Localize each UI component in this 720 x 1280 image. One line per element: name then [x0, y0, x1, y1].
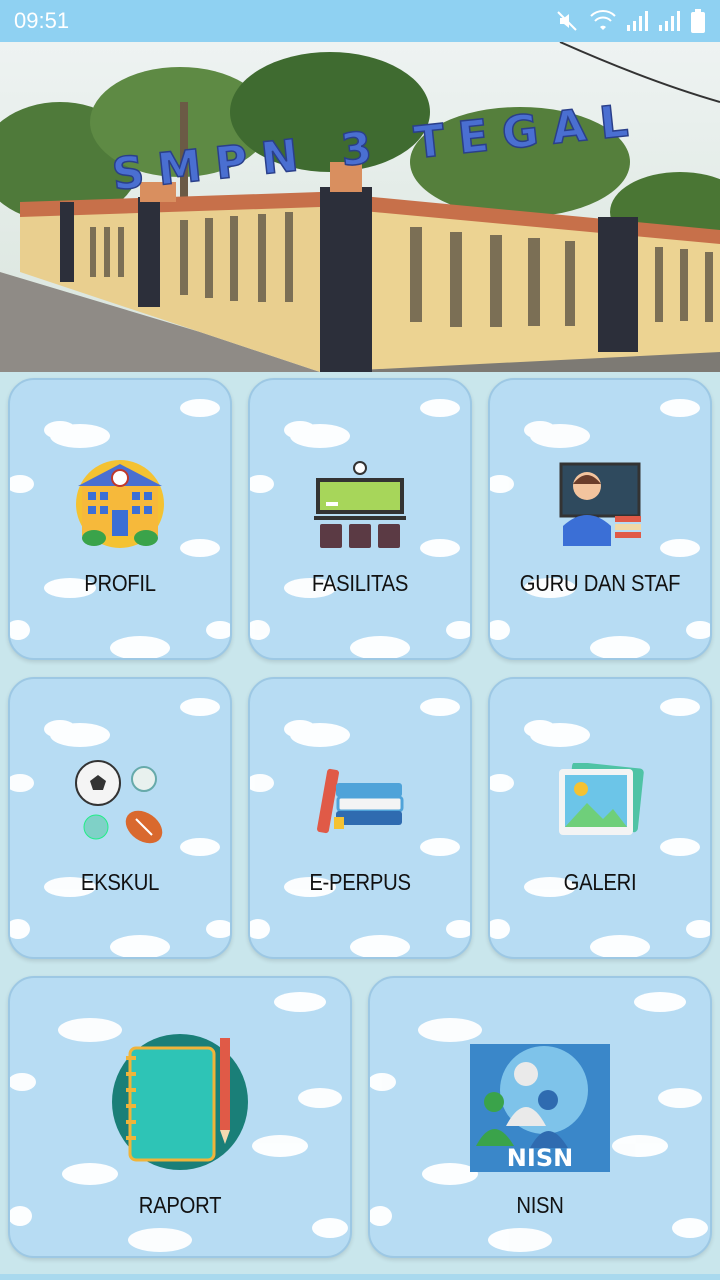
nisn-logo-text: NISN — [507, 1144, 573, 1172]
raport-tile[interactable]: RAPORT — [8, 976, 352, 1258]
nisn-label: NISN — [516, 1192, 564, 1218]
galeri-label: GALERI — [563, 869, 637, 895]
status-time: 09:51 — [14, 8, 70, 33]
wifi-icon — [590, 10, 616, 30]
sports-balls-icon — [75, 760, 163, 844]
guru-dan-staf-label: GURU DAN STAF — [519, 570, 681, 596]
galeri-tile[interactable]: GALERI — [488, 677, 712, 959]
classroom-icon — [314, 461, 406, 548]
raport-label: RAPORT — [138, 1192, 222, 1218]
menu-grid: PROFIL FASILITAS GURU DAN STAF EKSKUL E-… — [0, 372, 720, 1280]
nisn-tile[interactable]: NISN NISN — [368, 976, 712, 1258]
fasilitas-label: FASILITAS — [311, 570, 409, 596]
guru-dan-staf-tile[interactable]: GURU DAN STAF — [488, 378, 712, 660]
fasilitas-tile[interactable]: FASILITAS — [248, 378, 472, 660]
notebook-icon — [112, 1034, 248, 1170]
e-perpus-label: E-PERPUS — [309, 869, 411, 895]
battery-icon — [691, 9, 705, 33]
status-bar: 09:51 — [0, 0, 720, 42]
profil-label: PROFIL — [84, 570, 156, 596]
school-banner-image: SMPN 3 TEGAL — [0, 42, 720, 372]
profil-tile[interactable]: PROFIL — [8, 378, 232, 660]
e-perpus-tile[interactable]: E-PERPUS — [248, 677, 472, 959]
ekskul-label: EKSKUL — [80, 869, 160, 895]
mute-icon — [557, 11, 577, 31]
signal-icon-2 — [659, 11, 680, 31]
teacher-icon — [559, 462, 641, 546]
nisn-logo-icon: NISN — [470, 1044, 610, 1172]
ekskul-tile[interactable]: EKSKUL — [8, 677, 232, 959]
school-building-icon — [76, 460, 164, 548]
gallery-icon — [559, 763, 644, 835]
bottom-strip — [0, 1274, 720, 1280]
signal-icon — [627, 11, 648, 31]
books-icon — [317, 768, 404, 834]
